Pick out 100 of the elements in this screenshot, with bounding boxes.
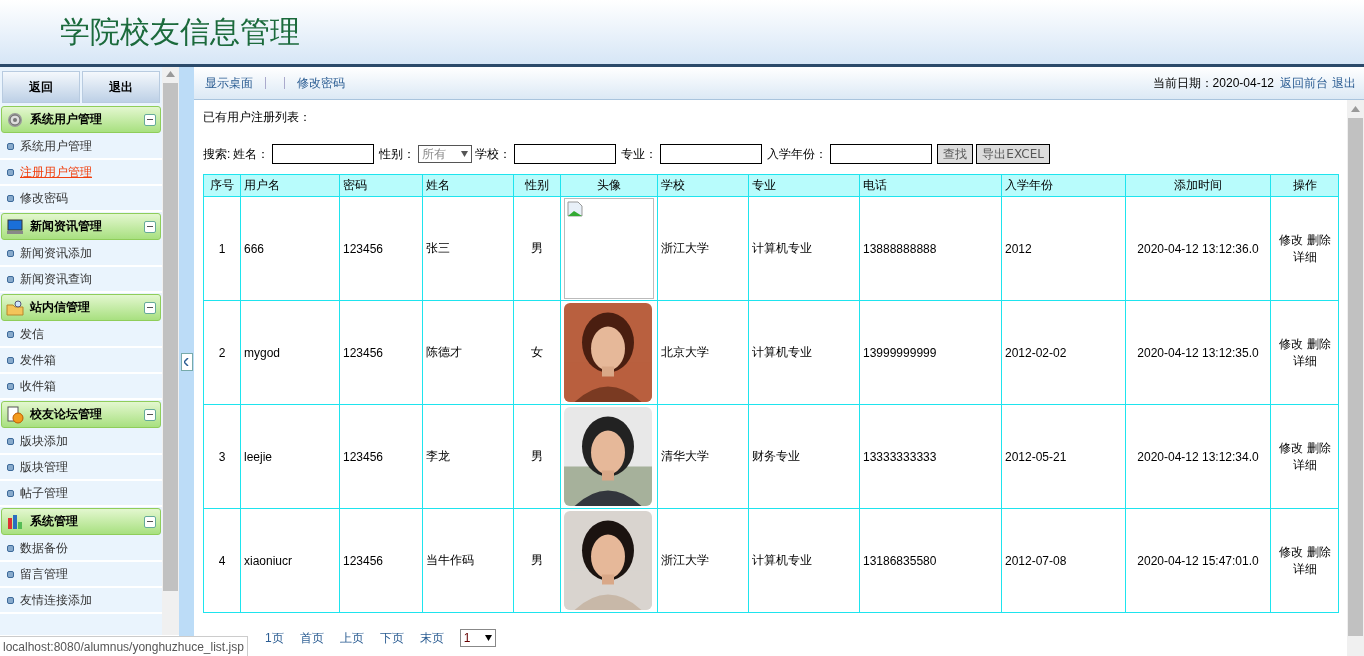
table-cell: 张三 <box>422 196 514 301</box>
table-cell: 当牛作码 <box>422 508 514 613</box>
field-label: 专业： <box>621 145 658 163</box>
url-tooltip: localhost:8080/alumnus/yonghuzhuce_list.jsp <box>0 636 248 656</box>
table-cell: 13999999999 <box>859 300 1002 405</box>
page-dropdown[interactable]: 1 <box>459 629 496 647</box>
table-cell: 2020-04-12 15:47:01.0 <box>1125 508 1271 613</box>
search-button[interactable]: 查找 <box>937 144 974 164</box>
sidebar-button[interactable]: 退出 <box>82 71 160 103</box>
bullet-icon <box>7 142 14 150</box>
menu-section-header[interactable]: 系统管理 <box>1 508 161 535</box>
row-action-link[interactable]: 详细 <box>1292 560 1317 578</box>
pagination-link[interactable]: 首页 <box>299 629 324 647</box>
caret-icon <box>461 151 469 157</box>
menu-item[interactable]: 新闻资讯查询 <box>20 270 92 288</box>
table-cell: 2020-04-12 13:12:36.0 <box>1125 196 1271 301</box>
input-field[interactable] <box>272 144 375 164</box>
menu-item[interactable]: 新闻资讯添加 <box>20 244 92 262</box>
row-action-link[interactable]: 删除 <box>1306 335 1331 353</box>
table-cell: 计算机专业 <box>748 508 860 613</box>
scrollbar[interactable] <box>1347 100 1364 656</box>
section-title: 系统用户管理 <box>30 111 103 128</box>
column-header: 用户名 <box>240 174 340 197</box>
row-action-link[interactable]: 修改 <box>1278 543 1303 561</box>
header-link[interactable]: 返回前台 <box>1280 74 1328 92</box>
search-label: 搜索: <box>203 145 231 163</box>
menu-item[interactable]: 修改密码 <box>20 189 68 207</box>
table-cell: 女 <box>513 300 561 405</box>
menu-item[interactable]: 发件箱 <box>20 351 56 369</box>
row-action-link[interactable]: 修改 <box>1278 439 1303 457</box>
column-header: 学校 <box>657 174 749 197</box>
bullet-icon <box>7 570 14 578</box>
table-cell: 2020-04-12 13:12:34.0 <box>1125 404 1271 509</box>
column-header: 密码 <box>339 174 423 197</box>
input-field[interactable] <box>660 144 763 164</box>
menu-item[interactable]: 版块管理 <box>20 458 68 476</box>
row-action-link[interactable]: 详细 <box>1292 456 1317 474</box>
collapse-icon[interactable] <box>144 408 156 421</box>
collapse-icon[interactable] <box>144 515 156 528</box>
bullet-icon <box>7 382 14 390</box>
toolbar-link[interactable]: 显示桌面 <box>205 74 253 92</box>
row-action-link[interactable]: 详细 <box>1292 352 1317 370</box>
table-cell: 2012 <box>1001 196 1126 301</box>
scrollbar[interactable] <box>162 67 179 635</box>
field-label: 姓名： <box>233 145 270 163</box>
caret-icon <box>484 635 492 641</box>
menu-item[interactable]: 数据备份 <box>20 539 68 557</box>
menu-item[interactable]: 收件箱 <box>20 377 56 395</box>
broken-image-icon <box>564 198 654 299</box>
input-field[interactable] <box>514 144 617 164</box>
menu-section-header[interactable]: 站内信管理 <box>1 294 161 321</box>
row-action-link[interactable]: 修改 <box>1278 335 1303 353</box>
row-action-link[interactable]: 删除 <box>1306 543 1331 561</box>
pagination-link[interactable]: 下页 <box>379 629 404 647</box>
input-field[interactable] <box>830 144 933 164</box>
column-header: 专业 <box>748 174 860 197</box>
menu-section-header[interactable]: 校友论坛管理 <box>1 401 161 428</box>
section-icon <box>6 405 24 424</box>
menu-item[interactable]: 帖子管理 <box>20 484 68 502</box>
table-cell: 4 <box>203 508 241 613</box>
menu-item[interactable]: 发信 <box>20 325 44 343</box>
menu-item[interactable]: 注册用户管理 <box>20 163 92 181</box>
table-cell: 男 <box>513 404 561 509</box>
menu-section-header[interactable]: 系统用户管理 <box>1 106 161 133</box>
bullet-icon <box>7 489 14 497</box>
table-cell: 北京大学 <box>657 300 749 405</box>
header-link[interactable]: 退出 <box>1332 74 1356 92</box>
table-cell: 男 <box>513 196 561 301</box>
menu-item[interactable]: 留言管理 <box>20 565 68 583</box>
row-action-link[interactable]: 删除 <box>1306 231 1331 249</box>
pagination-link[interactable]: 上页 <box>339 629 364 647</box>
table-cell: 男 <box>513 508 561 613</box>
table-cell: 13186835580 <box>859 508 1002 613</box>
table-cell: 浙江大学 <box>657 508 749 613</box>
menu-section-header[interactable]: 新闻资讯管理 <box>1 213 161 240</box>
table-cell: 1 <box>203 196 241 301</box>
toolbar-link[interactable]: 修改密码 <box>297 74 345 92</box>
search-button[interactable]: 导出EXCEL <box>976 144 1050 164</box>
row-action-link[interactable]: 详细 <box>1292 248 1317 266</box>
pagination-link[interactable]: 末页 <box>419 629 444 647</box>
menu-item[interactable]: 版块添加 <box>20 432 68 450</box>
menu-item[interactable]: 友情连接添加 <box>20 591 92 609</box>
page-count: 1页 <box>265 629 284 647</box>
table-cell: 2012-05-21 <box>1001 404 1126 509</box>
table-cell: 李龙 <box>422 404 514 509</box>
row-action-link[interactable]: 修改 <box>1278 231 1303 249</box>
sidebar-button[interactable]: 返回 <box>2 71 80 103</box>
section-icon <box>6 217 24 236</box>
bullet-icon <box>7 194 14 202</box>
collapse-icon[interactable] <box>144 301 156 314</box>
collapse-sidebar-button[interactable] <box>180 352 193 371</box>
bullet-icon <box>7 544 14 552</box>
bullet-icon <box>7 330 14 338</box>
table-cell: 计算机专业 <box>748 196 860 301</box>
menu-item[interactable]: 系统用户管理 <box>20 137 92 155</box>
collapse-icon[interactable] <box>144 220 156 233</box>
gender-dropdown[interactable]: 所有 <box>418 145 473 163</box>
row-action-link[interactable]: 删除 <box>1306 439 1331 457</box>
column-header: 操作 <box>1270 174 1339 197</box>
collapse-icon[interactable] <box>144 113 156 126</box>
